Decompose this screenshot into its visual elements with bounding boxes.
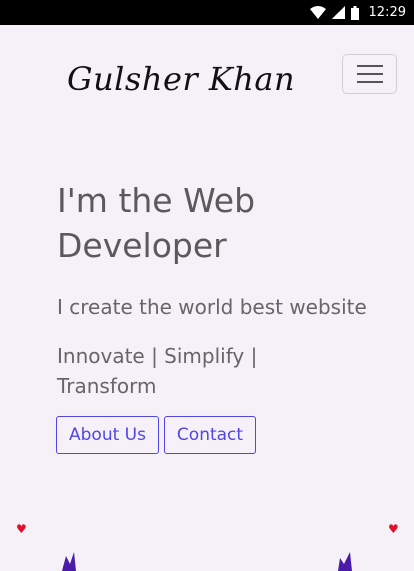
- hero-title: I'm the Web Developer: [57, 181, 256, 265]
- about-us-button[interactable]: About Us: [56, 416, 159, 454]
- brand-logo[interactable]: Gulsher Khan: [67, 60, 295, 98]
- heart-icon: ♥: [388, 522, 399, 536]
- heart-icon: ♥: [16, 522, 27, 536]
- contact-button[interactable]: Contact: [164, 416, 256, 454]
- menu-toggle-button[interactable]: [342, 54, 397, 94]
- hamburger-menu-icon: [356, 59, 383, 89]
- battery-icon: [350, 5, 359, 20]
- hero-tagline: Innovate | Simplify | Transform: [57, 344, 258, 398]
- status-bar: 12:29: [0, 0, 414, 25]
- hero-subtitle: I create the world best website: [57, 295, 367, 319]
- status-time: 12:29: [368, 5, 406, 20]
- signal-icon: [331, 6, 345, 19]
- decorative-shape-icon: [326, 552, 356, 571]
- decorative-shape-icon: [60, 552, 90, 571]
- wifi-icon: [309, 6, 326, 19]
